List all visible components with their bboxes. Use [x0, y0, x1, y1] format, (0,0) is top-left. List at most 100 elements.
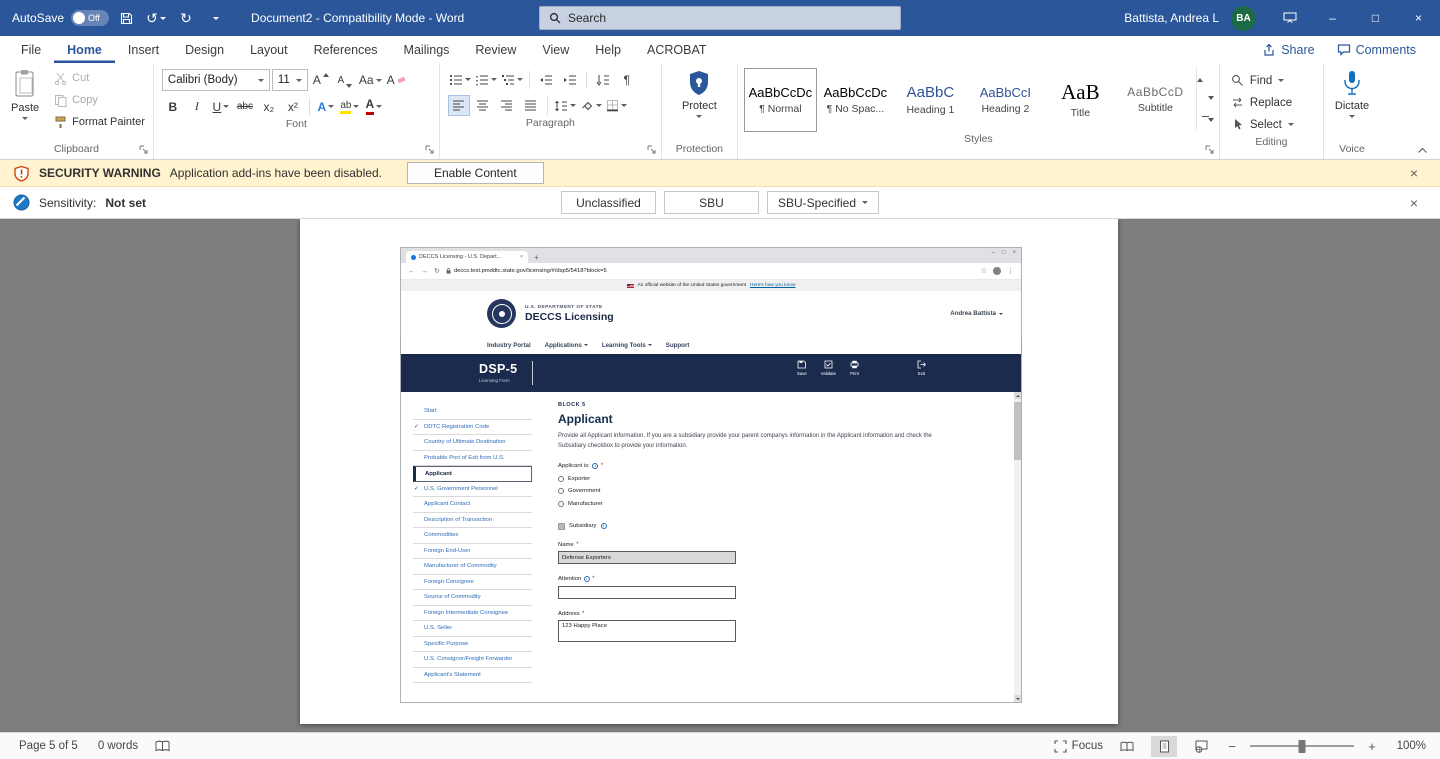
- line-spacing-button[interactable]: [553, 95, 577, 116]
- zoom-in-button[interactable]: +: [1365, 739, 1379, 754]
- tab-insert[interactable]: Insert: [115, 36, 172, 63]
- tab-design[interactable]: Design: [172, 36, 237, 63]
- redo-button[interactable]: ↻: [173, 5, 199, 31]
- undo-button[interactable]: ↺: [143, 5, 169, 31]
- zoom-slider-thumb[interactable]: [1299, 740, 1306, 753]
- collapse-ribbon-button[interactable]: [1417, 147, 1428, 154]
- styles-dialog-launcher-icon[interactable]: [1205, 145, 1215, 155]
- comments-button[interactable]: Comments: [1329, 43, 1424, 57]
- zoom-level[interactable]: 100%: [1390, 740, 1426, 752]
- change-case-button[interactable]: Aa: [358, 70, 383, 91]
- numbering-button[interactable]: [474, 69, 498, 90]
- tab-file[interactable]: File: [8, 36, 54, 63]
- zoom-slider[interactable]: [1250, 745, 1354, 747]
- save-button[interactable]: [113, 5, 139, 31]
- style-normal[interactable]: AaBbCcDc ¶ Normal: [744, 68, 817, 132]
- sensitivity-unclassified-button[interactable]: Unclassified: [561, 191, 656, 214]
- font-name-select[interactable]: Calibri (Body): [162, 69, 270, 91]
- search-input[interactable]: [568, 11, 891, 25]
- style-heading2[interactable]: AaBbCcI Heading 2: [969, 68, 1042, 132]
- ribbon-display-options-button[interactable]: [1268, 0, 1311, 36]
- shading-button[interactable]: [579, 95, 603, 116]
- tab-review[interactable]: Review: [462, 36, 529, 63]
- clipboard-dialog-launcher-icon[interactable]: [139, 145, 149, 155]
- justify-button[interactable]: [520, 95, 542, 116]
- bullets-button[interactable]: [448, 69, 472, 90]
- print-layout-button[interactable]: [1151, 736, 1177, 757]
- underline-button[interactable]: U: [210, 96, 232, 117]
- select-button[interactable]: Select: [1231, 114, 1312, 135]
- tab-references[interactable]: References: [301, 36, 391, 63]
- maximize-button[interactable]: □: [1354, 0, 1397, 36]
- styles-scroll-up-button[interactable]: [1197, 68, 1214, 89]
- style-title[interactable]: AaB Title: [1044, 68, 1117, 132]
- tab-view[interactable]: View: [529, 36, 582, 63]
- search-box[interactable]: [539, 6, 901, 30]
- tab-layout[interactable]: Layout: [237, 36, 301, 63]
- close-button[interactable]: ×: [1397, 0, 1440, 36]
- subscript-button[interactable]: x₂: [258, 96, 280, 117]
- close-warning-icon[interactable]: ×: [1401, 165, 1427, 181]
- close-sensitivity-icon[interactable]: ×: [1401, 195, 1427, 211]
- autosave-toggle[interactable]: AutoSave Off: [12, 10, 109, 26]
- document-canvas[interactable]: DECCS Licensing - U.S. Depart... × + – □…: [0, 219, 1440, 732]
- text-effects-button[interactable]: A: [315, 96, 337, 117]
- shrink-font-button[interactable]: A: [334, 70, 356, 91]
- paste-button[interactable]: Paste: [3, 65, 47, 120]
- borders-button[interactable]: [605, 95, 628, 116]
- superscript-button[interactable]: x²: [282, 96, 304, 117]
- style-subtitle[interactable]: AaBbCcD Subtitle: [1119, 68, 1192, 132]
- sensitivity-sbu-specified-button[interactable]: SBU-Specified: [767, 191, 879, 214]
- clear-formatting-button[interactable]: A: [385, 70, 407, 91]
- replace-button[interactable]: Replace: [1231, 92, 1312, 113]
- bold-button[interactable]: B: [162, 96, 184, 117]
- decrease-indent-button[interactable]: [535, 69, 557, 90]
- styles-gallery-more-button[interactable]: [1197, 110, 1214, 131]
- document-page[interactable]: DECCS Licensing - U.S. Depart... × + – □…: [300, 219, 1118, 724]
- align-left-button[interactable]: [448, 95, 470, 116]
- tab-help[interactable]: Help: [582, 36, 634, 63]
- page-indicator[interactable]: Page 5 of 5: [10, 740, 87, 752]
- align-right-button[interactable]: [496, 95, 518, 116]
- protect-button[interactable]: Protect: [674, 65, 725, 118]
- strikethrough-button[interactable]: abc: [234, 96, 256, 117]
- format-painter-button[interactable]: Format Painter: [49, 111, 150, 133]
- increase-indent-button[interactable]: [559, 69, 581, 90]
- paragraph-dialog-launcher-icon[interactable]: [647, 145, 657, 155]
- focus-button[interactable]: Focus: [1054, 740, 1103, 753]
- show-formatting-button[interactable]: ¶: [616, 69, 638, 90]
- avatar[interactable]: BA: [1231, 6, 1256, 31]
- multilevel-list-button[interactable]: [500, 69, 524, 90]
- highlight-color-button[interactable]: ab: [339, 96, 361, 117]
- customize-qat-button[interactable]: [203, 5, 229, 31]
- style-no-spacing[interactable]: AaBbCcDc ¶ No Spac...: [819, 68, 892, 132]
- font-dialog-launcher-icon[interactable]: [425, 145, 435, 155]
- copy-button[interactable]: Copy: [49, 89, 150, 111]
- read-mode-button[interactable]: [1114, 736, 1140, 757]
- minimize-button[interactable]: –: [1311, 0, 1354, 36]
- tab-acrobat[interactable]: ACROBAT: [634, 36, 720, 63]
- find-button[interactable]: Find: [1231, 70, 1312, 91]
- tab-home[interactable]: Home: [54, 36, 115, 63]
- grow-font-button[interactable]: A: [310, 70, 332, 91]
- font-size-select[interactable]: 11: [272, 69, 308, 91]
- zoom-out-button[interactable]: −: [1225, 739, 1239, 754]
- autosave-switch[interactable]: Off: [71, 10, 109, 26]
- italic-button[interactable]: I: [186, 96, 208, 117]
- sensitivity-sbu-button[interactable]: SBU: [664, 191, 759, 214]
- status-bar: Page 5 of 5 0 words Focus − +: [0, 732, 1440, 759]
- proofing-status[interactable]: [149, 740, 176, 752]
- dictate-button[interactable]: Dictate: [1327, 65, 1377, 118]
- reload-icon: ↻: [434, 267, 440, 275]
- align-center-button[interactable]: [472, 95, 494, 116]
- font-color-button[interactable]: A: [363, 96, 385, 117]
- word-count[interactable]: 0 words: [89, 740, 147, 752]
- cut-button[interactable]: Cut: [49, 67, 150, 89]
- web-layout-button[interactable]: [1188, 736, 1214, 757]
- styles-scroll-down-button[interactable]: [1197, 89, 1214, 110]
- sort-button[interactable]: [592, 69, 614, 90]
- share-button[interactable]: Share: [1254, 43, 1322, 57]
- enable-content-button[interactable]: Enable Content: [407, 162, 544, 184]
- style-heading1[interactable]: AaBbC Heading 1: [894, 68, 967, 132]
- tab-mailings[interactable]: Mailings: [391, 36, 463, 63]
